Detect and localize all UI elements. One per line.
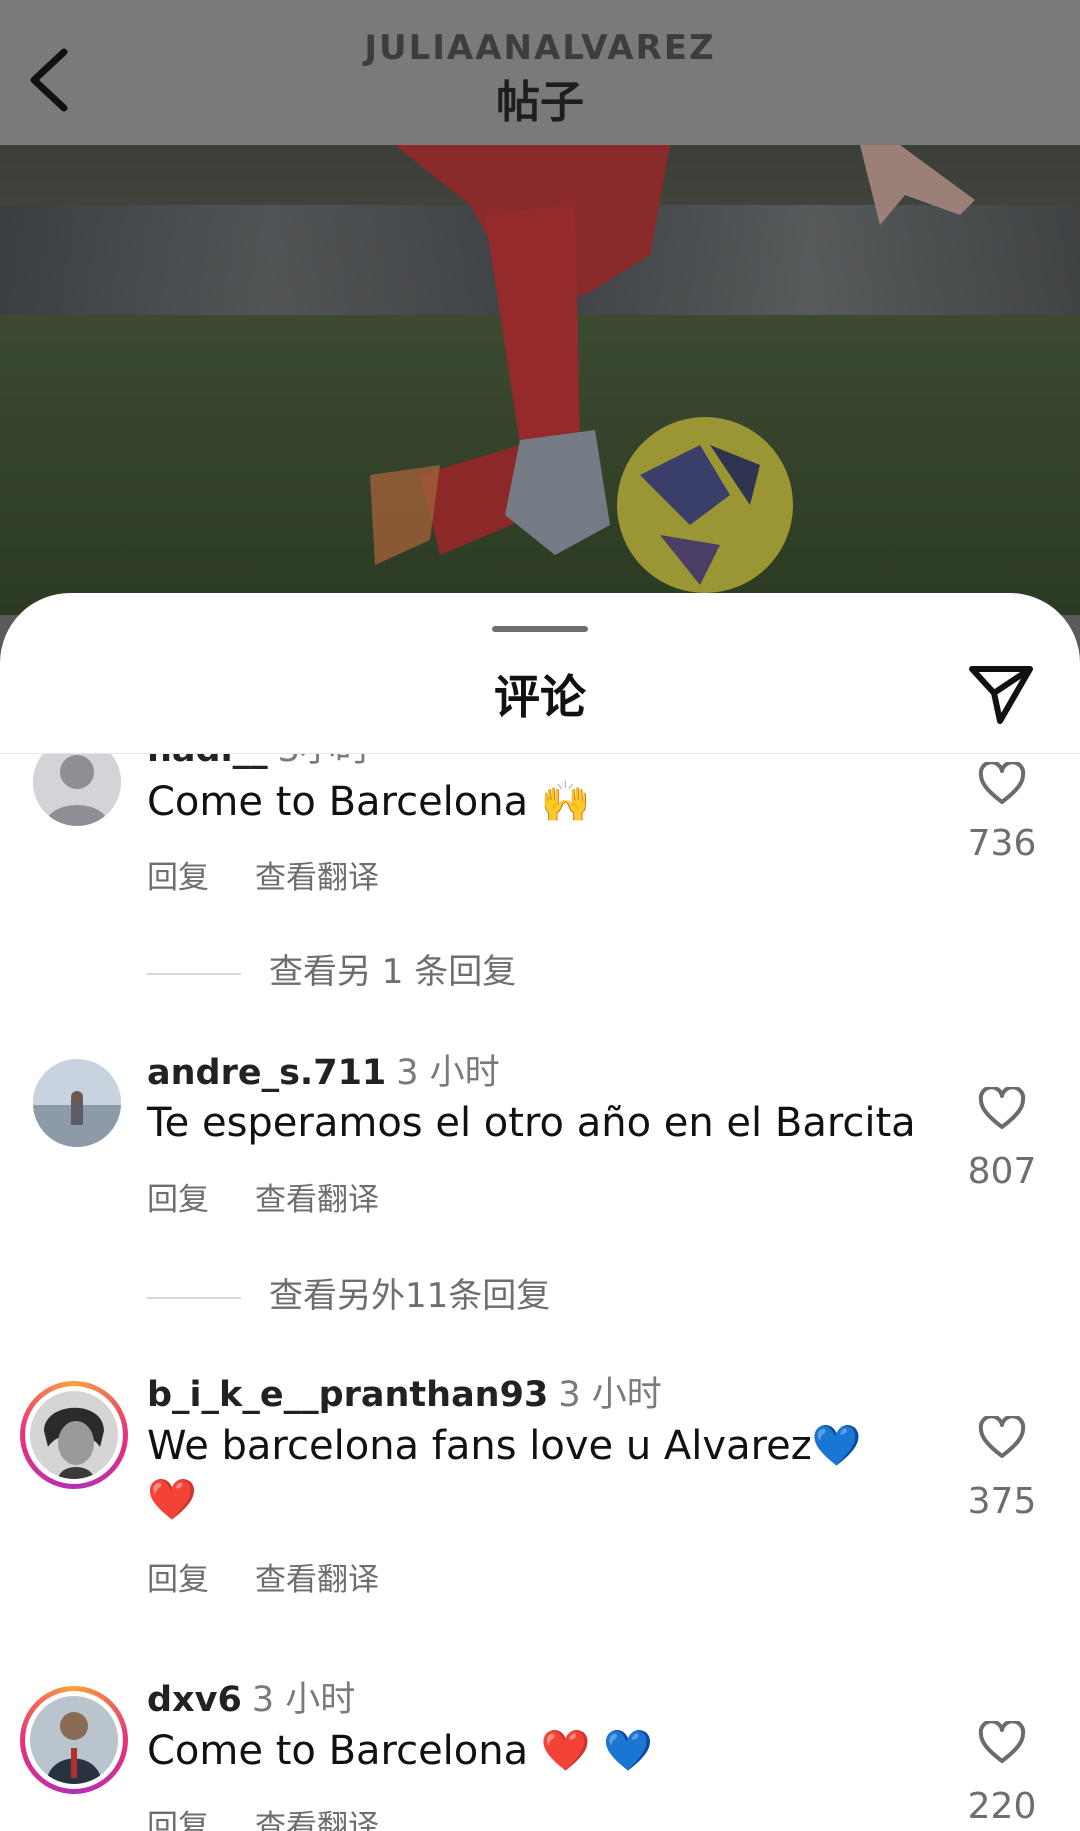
avatar: [30, 1391, 118, 1479]
page-title: 帖子: [496, 77, 584, 128]
comment-actions: 回复 查看翻译: [147, 852, 425, 897]
avatar[interactable]: [33, 1059, 121, 1147]
comment-username[interactable]: nadi__3小时: [147, 754, 370, 772]
translate-button[interactable]: 查看翻译: [255, 1182, 379, 1218]
player-image: [370, 145, 975, 593]
story-ring[interactable]: [20, 1686, 128, 1794]
translate-button[interactable]: 查看翻译: [255, 1562, 379, 1598]
like-count: 807: [967, 1151, 1037, 1192]
avatar[interactable]: [33, 754, 121, 826]
post-image: [0, 145, 1080, 615]
like-heart-icon[interactable]: [978, 1416, 1026, 1460]
drag-handle[interactable]: [492, 626, 588, 632]
comment-actions: 回复 查看翻译: [147, 1801, 425, 1831]
comment-actions: 回复 查看翻译: [147, 1174, 425, 1219]
comment-text: We barcelona fans love u Alvarez💙: [147, 1423, 862, 1469]
translate-button[interactable]: 查看翻译: [255, 1809, 379, 1831]
comment-text: Come to Barcelona 🙌: [147, 779, 591, 825]
default-avatar-icon: [33, 754, 121, 826]
user-photo: [30, 1696, 118, 1784]
profile-username[interactable]: JULIAANALVAREZ: [0, 28, 1080, 68]
comment-text: Come to Barcelona ❤️ 💙: [147, 1728, 654, 1774]
comment-list[interactable]: nadi__3小时 Come to Barcelona 🙌 回复查看翻译 736…: [0, 754, 1080, 1831]
comment-actions: 回复 查看翻译: [147, 1554, 425, 1599]
like-count: 220: [967, 1786, 1037, 1827]
like-heart-icon[interactable]: [978, 1721, 1026, 1765]
comment-text-line2: ❤️: [147, 1477, 197, 1523]
translate-button[interactable]: 查看翻译: [255, 860, 379, 896]
top-bar: JULIAANALVAREZ 帖子: [0, 0, 1080, 145]
send-icon[interactable]: [968, 663, 1034, 725]
sheet-title: 评论: [494, 670, 586, 724]
avatar: [30, 1696, 118, 1784]
comments-sheet: 评论 nadi__3小时 Come to Barcelona 🙌 回复查看翻译 …: [0, 593, 1080, 1831]
like-heart-icon[interactable]: [978, 762, 1026, 806]
view-more-replies[interactable]: 查看另外11条回复: [147, 1268, 550, 1317]
comment-username[interactable]: dxv6 3 小时: [147, 1671, 355, 1722]
like-count: 736: [967, 823, 1037, 864]
user-photo: [33, 1059, 121, 1147]
like-count: 375: [967, 1481, 1037, 1522]
reply-button[interactable]: 回复: [147, 860, 209, 896]
reply-button[interactable]: 回复: [147, 1562, 209, 1598]
reply-button[interactable]: 回复: [147, 1809, 209, 1831]
user-photo: [30, 1391, 118, 1479]
comment-username[interactable]: andre_s.711 3 小时: [147, 1044, 500, 1095]
like-heart-icon[interactable]: [978, 1087, 1026, 1131]
view-more-replies[interactable]: 查看另 1 条回复: [147, 944, 516, 993]
story-ring[interactable]: [20, 1381, 128, 1489]
comment-username[interactable]: b_i_k_e__pranthan93 3 小时: [147, 1366, 662, 1417]
comment-text: Te esperamos el otro año en el Barcita: [147, 1100, 916, 1146]
reply-button[interactable]: 回复: [147, 1182, 209, 1218]
